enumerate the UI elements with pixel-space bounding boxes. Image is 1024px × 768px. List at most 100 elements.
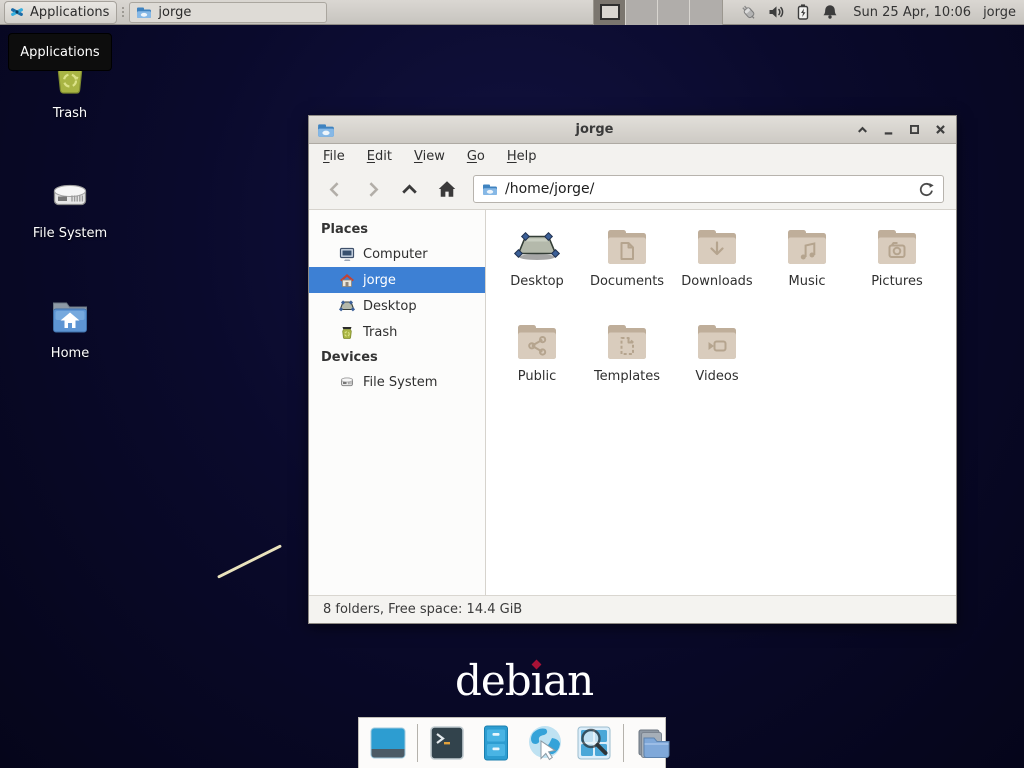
tasklist-handle[interactable] <box>119 3 127 21</box>
show-desktop-icon <box>368 723 408 763</box>
statusbar: 8 folders, Free space: 14.4 GiB <box>309 595 956 623</box>
sidebar-item-file-system[interactable]: File System <box>309 369 485 395</box>
file-item-label: Public <box>518 370 556 384</box>
debian-logo-text: deb <box>455 656 531 705</box>
dock-separator <box>623 724 624 762</box>
wallpaper-line-decoration <box>217 544 282 578</box>
shade-button[interactable] <box>854 122 870 138</box>
file-item-label: Videos <box>695 370 738 384</box>
app-finder-icon <box>574 723 614 763</box>
workspace-1[interactable] <box>594 0 626 25</box>
sidebar-item-trash[interactable]: Trash <box>309 319 485 345</box>
applications-tooltip: Applications <box>8 33 112 71</box>
location-bar[interactable]: /home/jorge/ <box>473 175 944 203</box>
taskbar-window-button[interactable]: jorge <box>129 2 327 23</box>
statusbar-text: 8 folders, Free space: 14.4 GiB <box>323 602 522 617</box>
desktop-icon-label: Trash <box>14 106 126 121</box>
desktop-special-icon <box>513 222 561 270</box>
file-item-label: Downloads <box>681 275 752 289</box>
window-titlebar[interactable]: jorge <box>309 116 956 144</box>
location-folder-icon <box>482 181 498 197</box>
top-panel: Applications jorge <box>0 0 1024 25</box>
toolbar: /home/jorge/ <box>309 169 956 210</box>
panel-clock[interactable]: Sun 25 Apr, 10:06 <box>853 5 971 20</box>
menu-file[interactable]: File <box>323 149 345 164</box>
file-item-music[interactable]: Music <box>762 222 852 317</box>
file-item-label: Desktop <box>510 275 564 289</box>
menu-go[interactable]: Go <box>467 149 485 164</box>
dock-separator <box>417 724 418 762</box>
file-manager-window: jorge File Edit View Go Help <box>308 115 957 624</box>
home-icon <box>339 272 355 288</box>
file-item-downloads[interactable]: Downloads <box>672 222 762 317</box>
menu-view[interactable]: View <box>414 149 445 164</box>
file-item-pictures[interactable]: Pictures <box>852 222 942 317</box>
minimize-button[interactable] <box>880 122 896 138</box>
file-item-public[interactable]: Public <box>492 317 582 412</box>
home-button[interactable] <box>432 175 461 203</box>
close-button[interactable] <box>932 122 948 138</box>
panel-username[interactable]: jorge <box>983 5 1016 20</box>
workspace-4[interactable] <box>690 0 722 25</box>
file-manager-launcher[interactable] <box>476 723 516 763</box>
public-folder-icon <box>513 317 561 365</box>
window-folder-icon <box>317 121 335 139</box>
tooltip-text: Applications <box>20 45 99 60</box>
sidebar-item-label: Desktop <box>363 299 417 314</box>
applications-menu-button[interactable]: Applications <box>4 1 117 24</box>
sidebar-item-label: Computer <box>363 247 428 262</box>
file-item-videos[interactable]: Videos <box>672 317 762 412</box>
up-button[interactable] <box>395 175 424 203</box>
file-item-documents[interactable]: Documents <box>582 222 672 317</box>
xfce-logo-icon <box>9 4 25 20</box>
sidebar: Places Computer jorge <box>309 210 486 595</box>
reload-icon[interactable] <box>918 181 935 198</box>
desktop-icon-home[interactable]: Home <box>14 292 126 361</box>
volume-icon[interactable] <box>767 3 785 21</box>
desktop-icon <box>339 298 355 314</box>
folder-icon <box>136 4 152 20</box>
desktop-icon-label: Home <box>14 346 126 361</box>
sidebar-item-computer[interactable]: Computer <box>309 241 485 267</box>
desktop-icon-file-system[interactable]: File System <box>14 172 126 241</box>
bottom-dock <box>358 717 666 768</box>
menu-help[interactable]: Help <box>507 149 537 164</box>
debian-logo: debıan <box>455 660 593 702</box>
directory-folder-icon <box>633 723 673 763</box>
file-item-desktop[interactable]: Desktop <box>492 222 582 317</box>
sidebar-item-label: File System <box>363 375 437 390</box>
location-path[interactable]: /home/jorge/ <box>505 181 911 197</box>
hard-drive-icon <box>46 172 94 220</box>
sidebar-item-desktop[interactable]: Desktop <box>309 293 485 319</box>
sidebar-item-jorge[interactable]: jorge <box>309 267 485 293</box>
sidebar-item-label: jorge <box>363 273 396 288</box>
applications-menu-label: Applications <box>30 5 109 20</box>
computer-icon <box>339 246 355 262</box>
workspace-3[interactable] <box>658 0 690 25</box>
debian-logo-text: an <box>543 656 593 705</box>
workspace-switcher[interactable] <box>593 0 723 25</box>
show-desktop-button[interactable] <box>368 723 408 763</box>
window-title: jorge <box>335 122 854 137</box>
window-controls <box>854 122 948 138</box>
file-item-label: Pictures <box>871 275 922 289</box>
maximize-button[interactable] <box>906 122 922 138</box>
directory-menu-button[interactable] <box>633 723 673 763</box>
battery-charging-icon[interactable] <box>794 3 812 21</box>
terminal-launcher[interactable] <box>427 723 467 763</box>
input-device-icon[interactable] <box>739 3 758 22</box>
workspace-window-thumb <box>600 4 620 20</box>
workspace-2[interactable] <box>626 0 658 25</box>
back-button[interactable] <box>321 175 350 203</box>
desktop-icon-label: File System <box>14 226 126 241</box>
documents-folder-icon <box>603 222 651 270</box>
file-item-templates[interactable]: Templates <box>582 317 672 412</box>
application-finder-launcher[interactable] <box>574 723 614 763</box>
file-view[interactable]: Desktop Documents <box>486 210 956 595</box>
forward-button[interactable] <box>358 175 387 203</box>
web-browser-launcher[interactable] <box>525 723 565 763</box>
music-folder-icon <box>783 222 831 270</box>
notifications-bell-icon[interactable] <box>821 3 839 21</box>
file-item-label: Music <box>789 275 826 289</box>
menu-edit[interactable]: Edit <box>367 149 392 164</box>
